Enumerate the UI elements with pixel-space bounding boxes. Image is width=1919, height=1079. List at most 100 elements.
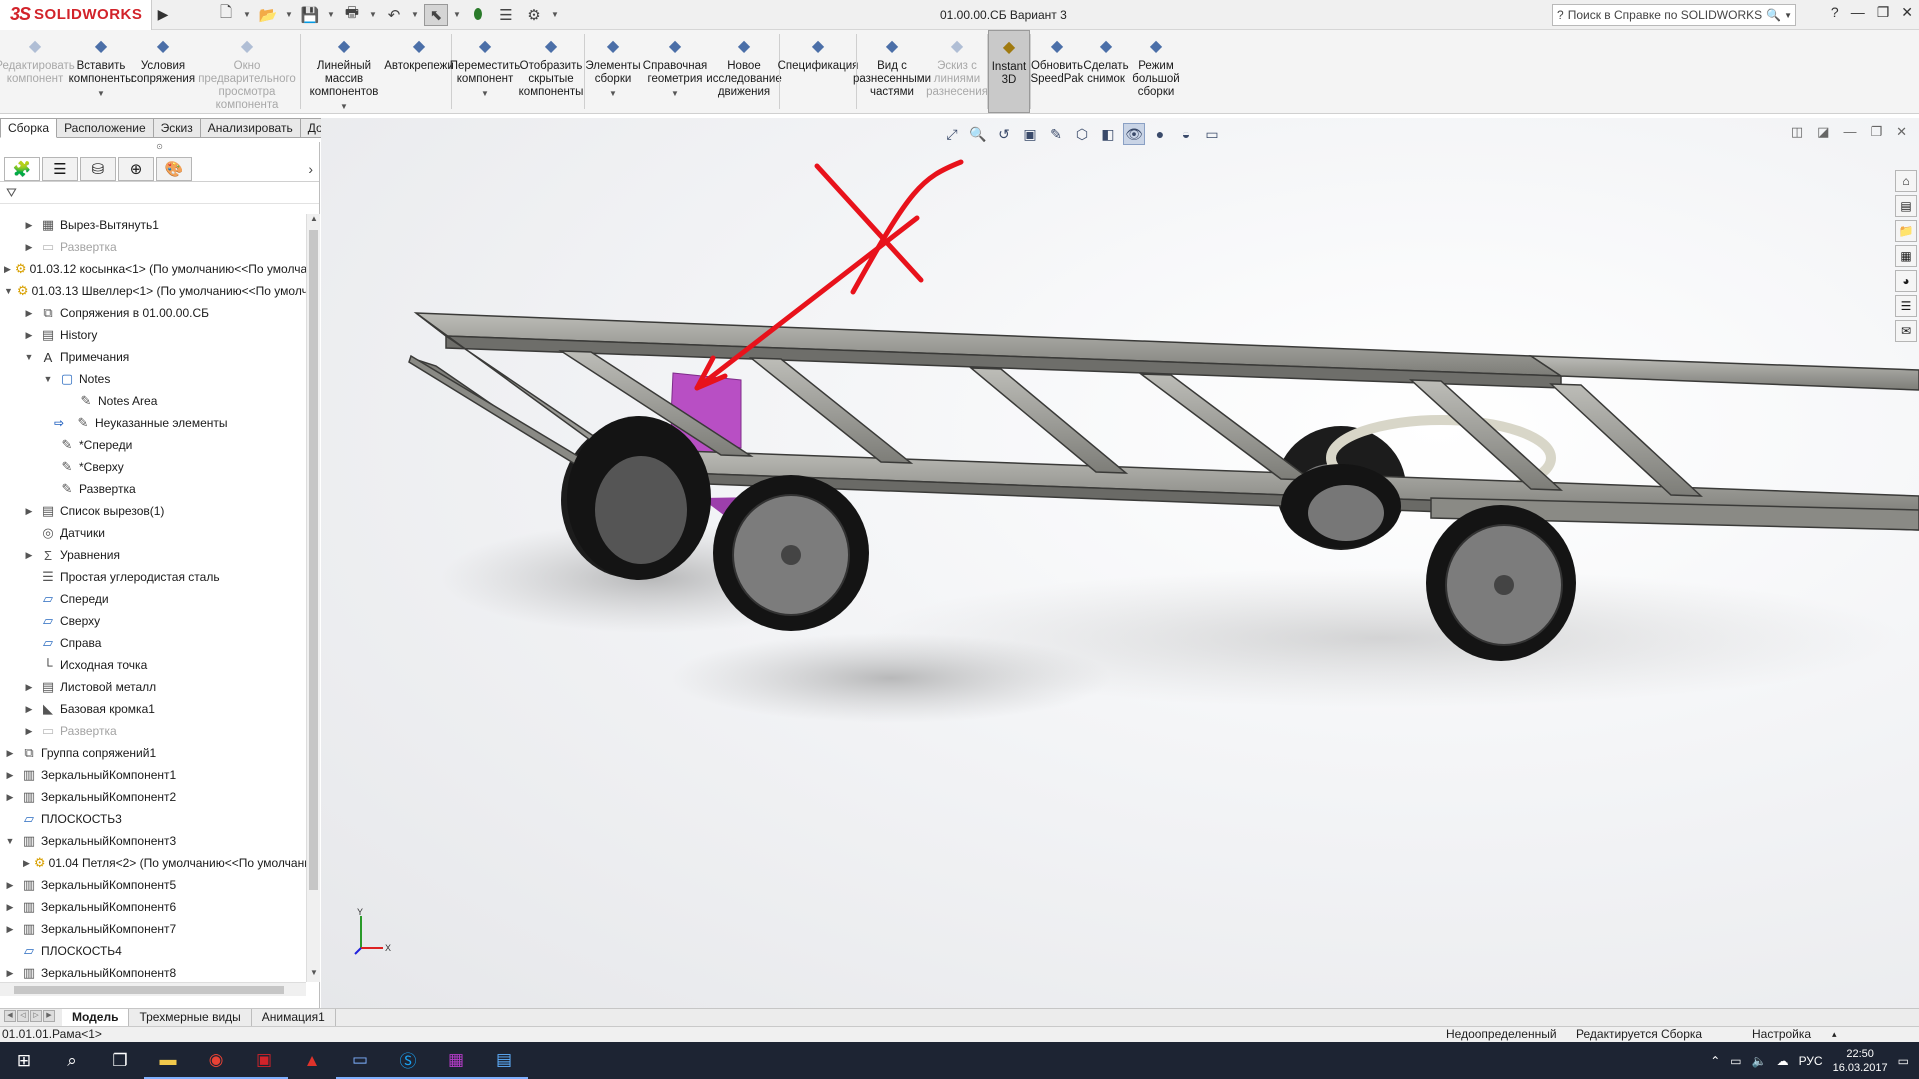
chevron-down-icon[interactable]: ▼ xyxy=(609,87,617,100)
tree-item[interactable]: ⇨ ✎ Неуказанные элементы xyxy=(0,412,306,434)
display-style-icon[interactable]: ◧ xyxy=(1097,123,1119,145)
tree-item[interactable]: ▶ ⚙ 01.03.12 косынка<1> (По умолчанию<<По … xyxy=(0,258,306,280)
expand-icon[interactable]: ▶ xyxy=(4,902,16,913)
forum-icon[interactable]: ✉ xyxy=(1895,320,1917,342)
menu-expand-arrow-icon[interactable]: ▶ xyxy=(152,0,174,30)
tree-item[interactable]: ▶ ▭ Развертка xyxy=(0,236,306,258)
tree-item[interactable]: ▶ Σ Уравнения xyxy=(0,544,306,566)
command-insert-components-button[interactable]: ◆ Вставить компоненты ▼ xyxy=(69,30,134,113)
close-icon[interactable]: ✕ xyxy=(1901,4,1913,21)
expand-icon[interactable]: ▶ xyxy=(4,792,16,803)
bottom-tab-0[interactable]: Модель xyxy=(62,1008,130,1027)
command-preview-window-button[interactable]: ◆ Окно предварительного просмотра компоне… xyxy=(194,30,300,113)
expand-icon[interactable]: ▶ xyxy=(23,220,35,231)
tree-item[interactable]: ◎ Датчики xyxy=(0,522,306,544)
chrome-taskbar-icon[interactable]: ◉ xyxy=(192,1042,240,1079)
chevron-down-icon[interactable]: ▼ xyxy=(481,87,489,100)
tree-filter[interactable]: ⛛ xyxy=(0,182,319,204)
collapse-icon[interactable]: ▼ xyxy=(42,374,54,384)
feature-manager-tab-icon[interactable]: 🧩 xyxy=(4,156,40,181)
chevron-down-icon[interactable]: ▼ xyxy=(671,87,679,100)
tree-item[interactable]: ▶ ⧉ Сопряжения в 01.00.00.СБ xyxy=(0,302,306,324)
tray-chevron-up-icon[interactable]: ⌃ xyxy=(1710,1054,1720,1068)
chevron-down-icon[interactable]: ▼ xyxy=(550,10,560,19)
chevron-down-icon[interactable]: ▼ xyxy=(326,10,336,19)
chevron-down-icon[interactable]: ▼ xyxy=(410,10,420,19)
tree-item[interactable]: ☰ Простая углеродистая сталь xyxy=(0,566,306,588)
dimxpert-manager-tab-icon[interactable]: ⊕ xyxy=(118,156,154,181)
clock[interactable]: 22:50 16.03.2017 xyxy=(1833,1047,1888,1075)
chevron-down-icon[interactable]: ▼ xyxy=(242,10,252,19)
command-snapshot-button[interactable]: ◆ Сделать снимок xyxy=(1083,30,1129,113)
search-icon[interactable]: 🔍 xyxy=(1766,8,1781,22)
design-library-icon[interactable]: ▤ xyxy=(1895,195,1917,217)
options-gear-icon[interactable]: ⚙ xyxy=(522,4,546,26)
appearances-icon[interactable]: ◕ xyxy=(1895,270,1917,292)
open-folder-icon[interactable]: 📂 xyxy=(256,4,280,26)
view-orientation-icon[interactable]: ⬡ xyxy=(1071,123,1093,145)
expand-icon[interactable]: ▶ xyxy=(23,330,35,341)
expand-icon[interactable]: ▶ xyxy=(23,506,35,517)
expand-icon[interactable]: ▶ xyxy=(4,968,16,979)
traffic-light-icon[interactable]: ⬮ xyxy=(466,4,490,26)
expand-icon[interactable]: ▶ xyxy=(4,770,16,781)
tab-3[interactable]: Анализировать xyxy=(200,118,301,138)
acrobat-taskbar-icon[interactable]: ▲ xyxy=(288,1042,336,1079)
help-search-field[interactable]: ? Поиск в Справке по SOLIDWORKS 🔍 ▼ xyxy=(1552,4,1796,26)
select-pointer-icon[interactable]: ⬉ xyxy=(424,3,448,26)
tree-item[interactable]: ▱ Сверху xyxy=(0,610,306,632)
tree-item[interactable]: ▶ ⚙ 01.04 Петля<2> (По умолчанию<<По умолч… xyxy=(0,852,306,874)
collapse-icon[interactable]: ▼ xyxy=(23,352,35,362)
tree-item[interactable]: ▶ ▥ ЗеркальныйКомпонент6 xyxy=(0,896,306,918)
file-explorer-taskbar-icon[interactable]: ▬ xyxy=(144,1042,192,1079)
print-icon[interactable]: 🖶 xyxy=(340,4,364,26)
command-instant3d-button[interactable]: ◆ Instant 3D xyxy=(988,30,1030,113)
minimize-icon[interactable]: — xyxy=(1851,4,1865,21)
expand-icon[interactable]: ▶ xyxy=(23,726,35,737)
tab-2[interactable]: Эскиз xyxy=(153,118,201,138)
chevron-down-icon[interactable]: ▼ xyxy=(1784,11,1792,20)
viewport-expand-icon[interactable]: ◪ xyxy=(1817,124,1829,140)
apply-scene-icon[interactable]: ◒ xyxy=(1175,123,1197,145)
help-menu-icon[interactable]: ? xyxy=(1831,4,1839,21)
tree-item[interactable]: ▼ A Примечания xyxy=(0,346,306,368)
new-document-icon[interactable]: 🗋 xyxy=(214,4,238,26)
tree-vertical-scrollbar[interactable]: ▲ ▼ xyxy=(306,214,320,982)
next-tab-icon[interactable]: ▷ xyxy=(30,1009,42,1022)
save-icon[interactable]: 💾 xyxy=(298,4,322,26)
collapse-icon[interactable]: ▼ xyxy=(4,836,16,846)
view-palette-icon[interactable]: ▦ xyxy=(1895,245,1917,267)
scroll-down-icon[interactable]: ▼ xyxy=(307,968,321,982)
notifications-icon[interactable]: ▭ xyxy=(1898,1054,1909,1068)
tree-item[interactable]: ▱ ПЛОСКОСТЬ4 xyxy=(0,940,306,962)
last-tab-icon[interactable]: ▶ xyxy=(43,1009,55,1022)
chevron-right-icon[interactable]: › xyxy=(308,161,313,177)
command-reference-geometry-button[interactable]: ◆ Справочная геометрия ▼ xyxy=(641,30,709,113)
skype-taskbar-icon[interactable]: Ⓢ xyxy=(384,1042,432,1079)
view-settings-icon[interactable]: ▭ xyxy=(1201,123,1223,145)
expand-icon[interactable]: ▶ xyxy=(4,880,16,891)
tree-item[interactable]: ▱ Спереди xyxy=(0,588,306,610)
command-explode-line-sketch-button[interactable]: ◆ Эскиз с линиями разнесения xyxy=(926,30,988,113)
bottom-tab-2[interactable]: Анимация1 xyxy=(252,1008,336,1027)
minimize-icon[interactable]: — xyxy=(1843,124,1856,140)
model-view[interactable] xyxy=(321,118,1919,1008)
dynamic-annotation-icon[interactable]: ✎ xyxy=(1045,123,1067,145)
command-assembly-features-button[interactable]: ◆ Элементы сборки ▼ xyxy=(585,30,641,113)
viewport-collapse-icon[interactable]: ◫ xyxy=(1791,124,1803,140)
command-mate-button[interactable]: ◆ Условия сопряжения xyxy=(131,30,195,113)
status-settings[interactable]: Настройка xyxy=(1752,1027,1811,1042)
tree-item[interactable]: ▱ Справа xyxy=(0,632,306,654)
first-tab-icon[interactable]: ◀ xyxy=(4,1009,16,1022)
property-manager-tab-icon[interactable]: ☰ xyxy=(42,156,78,181)
tab-0[interactable]: Сборка xyxy=(0,118,58,138)
expand-icon[interactable]: ▶ xyxy=(23,682,35,693)
tree-item[interactable]: ▶ ▥ ЗеркальныйКомпонент5 xyxy=(0,874,306,896)
command-large-assembly-button[interactable]: ◆ Режим большой сборки xyxy=(1129,30,1183,113)
tree-item[interactable]: ▶ ▥ ЗеркальныйКомпонент8 xyxy=(0,962,306,982)
expand-icon[interactable]: ▶ xyxy=(23,550,35,561)
solidworks-logo[interactable]: 3S SOLIDWORKS xyxy=(0,0,152,30)
bottom-tab-1[interactable]: Трехмерные виды xyxy=(129,1008,252,1027)
chevron-down-icon[interactable]: ▼ xyxy=(452,10,462,19)
command-smart-fasteners-button[interactable]: ◆ Автокрепежи xyxy=(384,30,454,113)
